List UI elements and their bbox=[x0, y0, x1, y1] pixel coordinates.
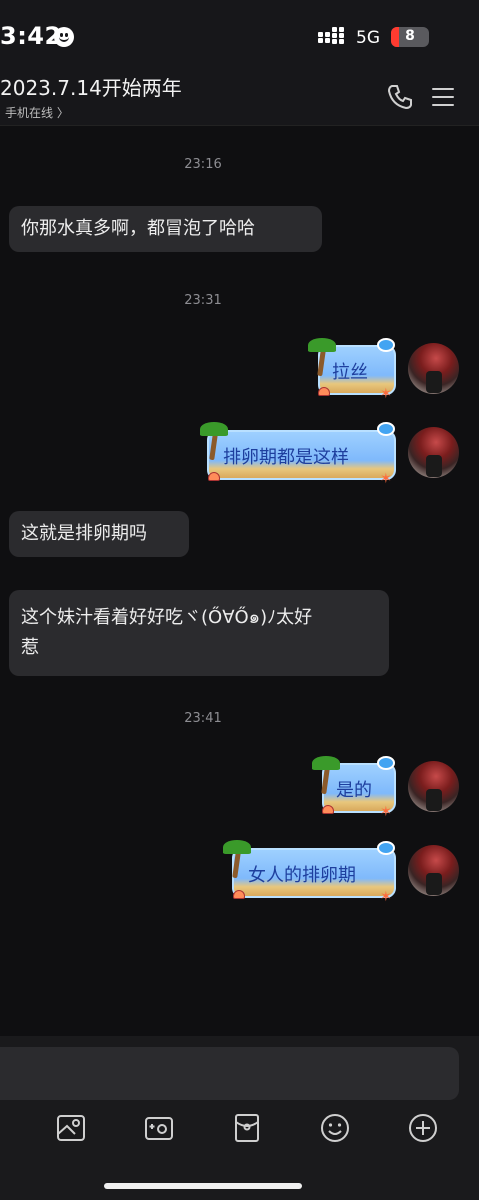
image-icon[interactable] bbox=[55, 1112, 87, 1144]
shell-icon bbox=[322, 805, 334, 814]
online-status[interactable]: 手机在线 〉 bbox=[5, 104, 69, 121]
message-text: 女人的排卵期 bbox=[248, 865, 356, 886]
wave-icon bbox=[377, 338, 395, 352]
plus-icon[interactable] bbox=[407, 1112, 439, 1144]
wave-icon bbox=[377, 841, 395, 855]
battery-level: 8 bbox=[405, 28, 415, 44]
timestamp: 23:41 bbox=[184, 711, 222, 726]
emoji-icon[interactable] bbox=[319, 1112, 351, 1144]
shell-icon bbox=[318, 387, 330, 396]
camera-icon[interactable] bbox=[143, 1112, 175, 1144]
avatar[interactable] bbox=[408, 427, 459, 478]
palm-icon bbox=[219, 838, 253, 879]
starfish-icon: ✶ bbox=[380, 804, 392, 820]
message-text: 排卵期都是这样 bbox=[223, 447, 349, 468]
message-line: 惹 bbox=[21, 637, 39, 658]
message-input[interactable] bbox=[0, 1047, 459, 1100]
chat-title[interactable]: 2023.7.14开始两年 bbox=[0, 72, 182, 101]
incoming-message[interactable]: 这个妹汁看着好好吃ヾ(Ő∀Ő๑)ﾉ太好 惹 bbox=[9, 590, 389, 676]
incoming-message[interactable]: 你那水真多啊，都冒泡了哈哈 bbox=[9, 206, 322, 252]
starfish-icon: ✶ bbox=[380, 889, 392, 905]
timestamp: 23:16 bbox=[184, 157, 222, 172]
starfish-icon: ✶ bbox=[380, 471, 392, 487]
avatar[interactable] bbox=[408, 761, 459, 812]
palm-icon bbox=[196, 420, 230, 461]
starfish-icon: ✶ bbox=[380, 386, 392, 402]
menu-icon[interactable] bbox=[432, 86, 454, 108]
status-time: 3:42 bbox=[0, 22, 62, 50]
network-label: 5G bbox=[356, 28, 380, 48]
palm-icon bbox=[304, 336, 338, 377]
wave-icon bbox=[377, 422, 395, 436]
phone-icon[interactable] bbox=[386, 83, 414, 111]
avatar[interactable] bbox=[408, 343, 459, 394]
timestamp: 23:31 bbox=[184, 293, 222, 308]
smile-icon bbox=[54, 27, 74, 47]
message-line: 这个妹汁看着好好吃ヾ(Ő∀Ő๑)ﾉ太好 bbox=[21, 607, 313, 628]
battery-icon: 8 bbox=[391, 27, 429, 47]
red-packet-icon[interactable] bbox=[231, 1112, 263, 1144]
palm-icon bbox=[308, 754, 342, 795]
home-indicator[interactable] bbox=[104, 1183, 302, 1189]
wave-icon bbox=[377, 756, 395, 770]
shell-icon bbox=[208, 472, 220, 481]
incoming-message[interactable]: 这就是排卵期吗 bbox=[9, 511, 189, 557]
outgoing-message[interactable]: 女人的排卵期 bbox=[232, 848, 396, 898]
shell-icon bbox=[233, 890, 245, 899]
signal-icon bbox=[318, 27, 348, 45]
outgoing-message[interactable]: 排卵期都是这样 bbox=[207, 430, 396, 480]
avatar[interactable] bbox=[408, 845, 459, 896]
